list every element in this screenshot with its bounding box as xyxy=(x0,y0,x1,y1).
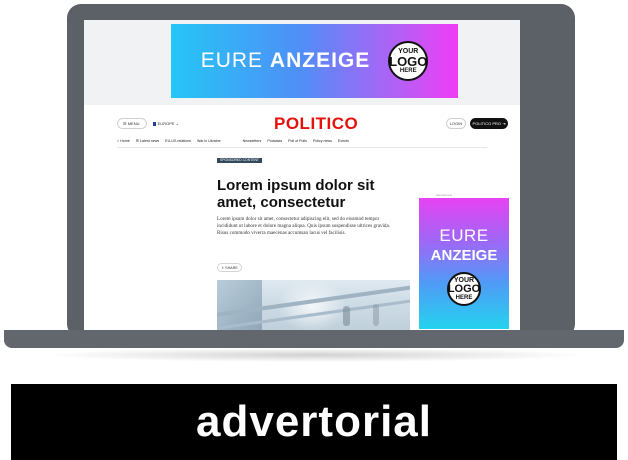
sidebar-ad[interactable]: EURE ANZEIGE YOUR LOGO HERE xyxy=(419,198,509,329)
sidebar-ad-line-1: EURE xyxy=(439,226,489,245)
nav-item-events[interactable]: Events xyxy=(338,139,349,143)
logo-line-3: HERE xyxy=(455,295,473,301)
eu-flag-icon xyxy=(153,121,156,126)
laptop-screen: EURE ANZEIGE YOUR LOGO HERE ☰ MENU EUROP… xyxy=(84,20,520,330)
nav-item-podcasts[interactable]: Podcasts xyxy=(267,139,282,143)
article-image xyxy=(217,280,410,330)
advertorial-mockup: EURE ANZEIGE YOUR LOGO HERE ☰ MENU EUROP… xyxy=(0,0,628,460)
top-ad-text: EURE ANZEIGE xyxy=(201,49,371,73)
menu-button[interactable]: ☰ MENU xyxy=(117,118,147,129)
top-banner-ad[interactable]: EURE ANZEIGE YOUR LOGO HERE xyxy=(171,24,458,98)
nav-item-war-in-ukraine[interactable]: War in Ukraine xyxy=(197,139,221,143)
laptop-base xyxy=(4,330,624,348)
logo-line-2: LOGO xyxy=(447,283,481,295)
sidebar-ad-line-2: ANZEIGE xyxy=(430,247,498,264)
main-nav: ⌂ Home ☰ Latest news EU-US relations War… xyxy=(117,137,417,145)
article-headline: Lorem ipsum dolor sit amet, consectetur xyxy=(217,177,375,211)
nav-item-home[interactable]: ⌂ Home xyxy=(117,139,130,143)
laptop-shadow xyxy=(40,348,588,362)
share-button[interactable]: ⇪ SHARE xyxy=(217,263,242,272)
sponsored-tag: SPONSORED CONTENT xyxy=(217,158,262,163)
caption-text: advertorial xyxy=(196,397,432,446)
caption-bar: advertorial xyxy=(11,384,617,460)
nav-divider xyxy=(117,147,487,148)
nav-item-poll-of-polls[interactable]: Poll of Polls xyxy=(288,139,307,143)
nav-item-eu-us-relations[interactable]: EU-US relations xyxy=(165,139,191,143)
image-person xyxy=(373,304,379,326)
logo-line-3: HERE xyxy=(399,68,417,74)
article-body: Lorem ipsum dolor sit amet, consectetur … xyxy=(217,216,391,236)
top-ad-text-bold: ANZEIGE xyxy=(269,49,371,72)
nav-item-latest-news[interactable]: ☰ Latest news xyxy=(136,139,159,143)
image-person xyxy=(343,306,350,326)
site-header: ☰ MENU EUROPE ⌄ POLITICO LOGIN POLITICO … xyxy=(84,108,520,136)
logo-line-2: LOGO xyxy=(389,54,428,69)
login-button[interactable]: LOGIN xyxy=(446,118,466,129)
nav-item-newsletters[interactable]: Newsletters xyxy=(243,139,262,143)
site-logo[interactable]: POLITICO xyxy=(274,114,358,134)
top-ad-text-light: EURE xyxy=(200,49,264,72)
region-selector[interactable]: EUROPE ⌄ xyxy=(148,118,184,129)
logo-placeholder-icon: YOUR LOGO HERE xyxy=(388,41,429,81)
region-label: EUROPE ⌄ xyxy=(157,121,179,126)
logo-placeholder-icon: YOUR LOGO HERE xyxy=(447,272,481,306)
politico-pro-button[interactable]: POLITICO PRO ⇥ xyxy=(470,118,508,129)
nav-item-policy-news[interactable]: Policy news xyxy=(313,139,332,143)
advertisement-label: Advertisement xyxy=(436,194,452,197)
